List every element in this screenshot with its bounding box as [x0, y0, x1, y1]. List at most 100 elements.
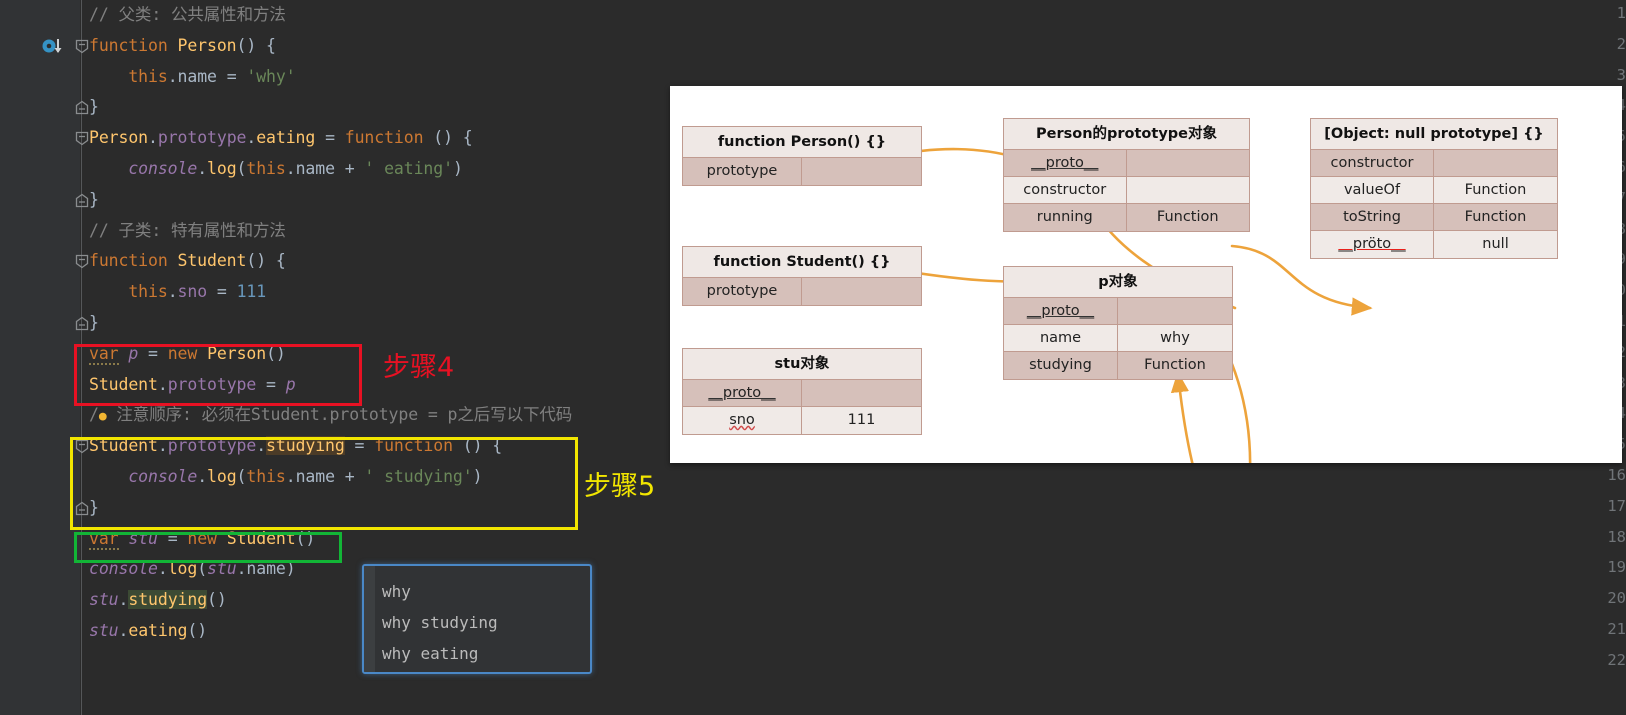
- line-number: 17: [1607, 496, 1626, 515]
- code-token: Student: [89, 436, 158, 456]
- code-token: log: [167, 559, 198, 579]
- code-line[interactable]: console.log(this.name + ' eating'): [89, 159, 463, 179]
- code-token: .: [167, 282, 178, 302]
- code-token: console: [128, 467, 198, 486]
- code-line[interactable]: var p = new Person(): [89, 343, 286, 365]
- code-token: 注意顺序: 必须在Student.prototype = p之后写以下代码: [106, 405, 573, 425]
- code-token: //: [89, 5, 119, 24]
- code-line[interactable]: }: [89, 190, 99, 210]
- code-line[interactable]: console.log(this.name + ' studying'): [89, 467, 482, 487]
- code-token: ): [285, 559, 296, 579]
- diagram-row-value: [1434, 150, 1557, 176]
- diagram-box-person-prototype-object: Person的prototype对象 __proto__ constructor ru…: [1003, 118, 1250, 232]
- code-token: () {: [433, 128, 473, 148]
- code-token: (): [207, 590, 227, 610]
- lightbulb-icon[interactable]: ●: [99, 409, 107, 424]
- code-token: prototype: [167, 436, 257, 456]
- code-line[interactable]: Student.prototype.studying = function ()…: [89, 436, 502, 456]
- code-token: studying: [128, 590, 208, 610]
- run-gutter-icon[interactable]: [42, 37, 64, 57]
- code-token: .: [118, 621, 129, 640]
- code-line[interactable]: console.log(stu.name): [89, 559, 296, 579]
- code-token: (): [295, 528, 316, 548]
- fold-marker-icon[interactable]: [75, 100, 89, 115]
- line-number: 1: [1616, 4, 1626, 22]
- code-line[interactable]: stu.eating(): [89, 621, 207, 641]
- code-line[interactable]: // 子类: 特有属性和方法: [89, 221, 286, 241]
- code-line[interactable]: /● 注意顺序: 必须在Student.prototype = p之后写以下代码: [89, 405, 572, 427]
- fold-marker-icon[interactable]: [75, 193, 89, 207]
- code-token: 'why': [246, 66, 296, 86]
- code-line[interactable]: function Person() {: [89, 36, 276, 56]
- diagram-row-value: [1127, 150, 1250, 176]
- code-token: =: [226, 66, 247, 86]
- diagram-row-key: running: [1004, 204, 1127, 231]
- diagram-box-p-object: p对象 __proto__ name why studying Function: [1003, 266, 1233, 380]
- diagram-row-value: Function: [1464, 209, 1527, 225]
- code-token: 父类: 公共属性和方法: [118, 5, 286, 24]
- console-output-lines: why why studying why eating: [382, 576, 498, 669]
- code-token: .: [148, 128, 158, 148]
- code-token: ): [472, 467, 483, 486]
- diagram-box-title: Person的prototype对象: [1004, 119, 1249, 150]
- code-token: .: [157, 559, 168, 579]
- fold-marker-icon[interactable]: [75, 316, 89, 331]
- code-token: Person: [89, 128, 149, 148]
- diagram-box-row: __proto__: [683, 380, 921, 407]
- code-token: p: [285, 374, 296, 394]
- code-token: () {: [246, 251, 286, 271]
- diagram-box-stu-object: stu对象 __proto__ sno 111: [682, 348, 922, 435]
- code-line[interactable]: var stu = new Student(): [89, 528, 316, 550]
- diagram-box-title: p对象: [1004, 267, 1232, 298]
- code-token: function: [374, 436, 463, 456]
- annotation-label-step5: 步骤5: [584, 471, 656, 502]
- code-token: this: [246, 467, 286, 486]
- diagram-box-title: stu对象: [683, 349, 921, 380]
- code-token: =: [315, 128, 345, 148]
- console-output-popup[interactable]: why why studying why eating: [362, 564, 592, 674]
- code-token: Student: [89, 374, 158, 394]
- diagram-row-value: [802, 158, 921, 185]
- code-token: console: [128, 159, 198, 178]
- code-line[interactable]: }: [89, 498, 99, 518]
- code-line[interactable]: function Student() {: [89, 251, 286, 271]
- code-token: =: [344, 436, 375, 456]
- fold-marker-icon[interactable]: [75, 501, 89, 515]
- code-token: stu: [128, 528, 158, 548]
- code-line[interactable]: stu.studying(): [89, 590, 227, 610]
- diagram-row-key: valueOf: [1311, 177, 1434, 203]
- code-token: .: [197, 159, 208, 178]
- diagram-row-value: Function: [1144, 357, 1206, 373]
- diagram-box-title: function Person() {}: [683, 127, 921, 158]
- code-token: =: [138, 343, 168, 363]
- diagram-box-row: __proto__: [1004, 150, 1249, 177]
- code-token: (): [187, 621, 208, 640]
- diagram-row-key: prototype: [683, 158, 802, 185]
- code-line[interactable]: Student.prototype = p: [89, 375, 296, 395]
- code-line[interactable]: }: [89, 313, 99, 333]
- editor-gutter[interactable]: [0, 0, 80, 715]
- diagram-row-key: __proto__: [683, 380, 802, 406]
- code-line[interactable]: this.sno = 111: [89, 282, 266, 302]
- fold-marker-icon[interactable]: [75, 254, 89, 269]
- code-line[interactable]: // 父类: 公共属性和方法: [89, 5, 286, 25]
- code-token: eating: [256, 128, 316, 148]
- code-line[interactable]: }: [89, 97, 99, 117]
- diagram-row-value: Function: [1156, 209, 1219, 225]
- fold-marker-icon[interactable]: [75, 131, 89, 146]
- fold-marker-icon[interactable]: [75, 439, 89, 454]
- diagram-row-value: [802, 278, 921, 305]
- code-token: (): [266, 343, 286, 363]
- code-token: ' studying': [364, 467, 473, 486]
- code-line[interactable]: Person.prototype.eating = function () {: [89, 128, 473, 148]
- code-token: () {: [462, 436, 503, 456]
- code-line[interactable]: this.name = 'why': [89, 66, 296, 87]
- diagram-box-row: prototype: [683, 278, 921, 305]
- diagram-box-title: [Object: null prototype] {}: [1311, 119, 1557, 150]
- diagram-row-key: constructor: [1004, 177, 1127, 203]
- fold-marker-icon[interactable]: [75, 39, 89, 54]
- code-editor[interactable]: 12345678910111213141516171819202122 // 父…: [0, 0, 1626, 715]
